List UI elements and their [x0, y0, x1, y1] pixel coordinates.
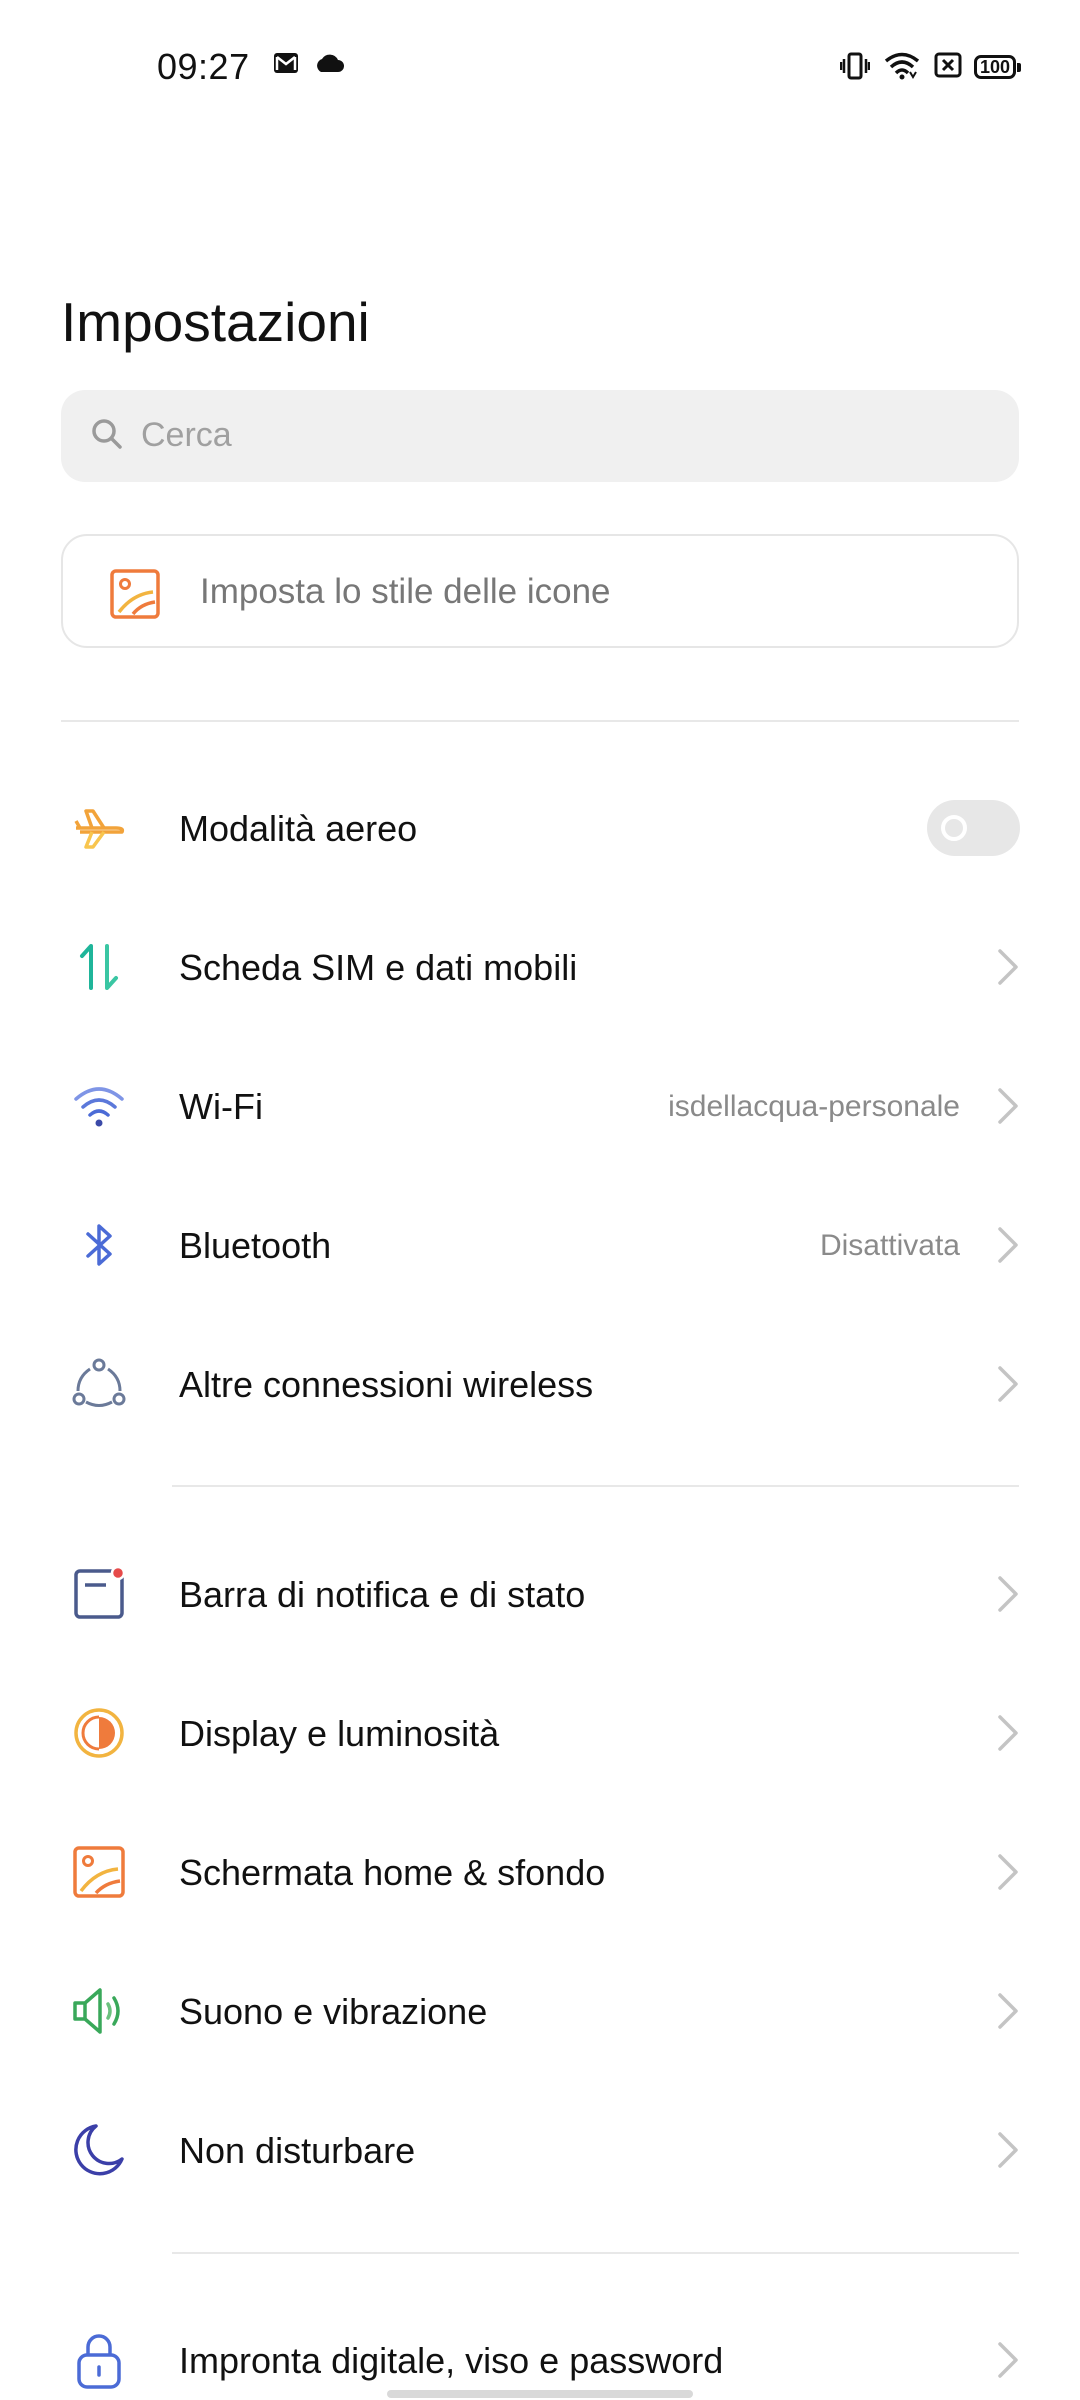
- row-label: Impronta digitale, viso e password: [179, 2340, 724, 2381]
- notification-bar-icon: [70, 1565, 128, 1623]
- status-time: 09:27: [157, 46, 250, 87]
- bluetooth-icon: [70, 1216, 128, 1274]
- chevron-right-icon: [996, 1086, 1020, 1131]
- airplane-mode-toggle[interactable]: [927, 800, 1020, 856]
- row-label: Scheda SIM e dati mobili: [179, 947, 578, 988]
- settings-row-other-wireless[interactable]: Altre connessioni wireless: [0, 1314, 1080, 1453]
- chevron-right-icon: [996, 1991, 1020, 2036]
- row-label: Barra di notifica e di stato: [179, 1574, 586, 1615]
- icon-style-label: Imposta lo stile delle icone: [200, 572, 611, 611]
- page-title: Impostazioni: [61, 291, 370, 353]
- airplane-icon: [70, 799, 128, 857]
- row-label: Bluetooth: [179, 1225, 332, 1266]
- search-placeholder: Cerca: [141, 416, 232, 454]
- settings-row-display[interactable]: Display e luminosità: [0, 1663, 1080, 1802]
- chevron-right-icon: [996, 1364, 1020, 1409]
- vibrate-icon: [839, 52, 871, 85]
- bluetooth-status: Disattivata: [819, 1229, 960, 1262]
- row-label: Altre connessioni wireless: [179, 1364, 594, 1405]
- settings-row-bluetooth[interactable]: Bluetooth Disattivata: [0, 1175, 1080, 1314]
- chevron-right-icon: [996, 1713, 1020, 1758]
- settings-row-security[interactable]: Impronta digitale, viso e password: [0, 2290, 1080, 2400]
- row-label: Display e luminosità: [179, 1713, 500, 1754]
- settings-screen: 09:27 100 Impostazioni Cerca Imposta lo …: [0, 0, 1080, 2400]
- brightness-icon: [70, 1704, 128, 1762]
- wifi-icon: [884, 52, 920, 85]
- settings-row-sound[interactable]: Suono e vibrazione: [0, 1941, 1080, 2080]
- settings-row-sim-data[interactable]: Scheda SIM e dati mobili: [0, 897, 1080, 1036]
- row-label: Schermata home & sfondo: [179, 1852, 606, 1893]
- wallpaper-icon: [70, 1843, 128, 1901]
- status-bar: 09:27 100: [0, 0, 1080, 136]
- connections-icon: [70, 1355, 128, 1413]
- chevron-right-icon: [996, 947, 1020, 992]
- chevron-right-icon: [996, 1225, 1020, 1270]
- divider: [172, 2252, 1019, 2254]
- row-label: Modalità aereo: [179, 808, 418, 849]
- speaker-icon: [70, 1982, 128, 2040]
- search-icon: [89, 416, 125, 457]
- settings-row-notification-bar[interactable]: Barra di notifica e di stato: [0, 1524, 1080, 1663]
- row-label: Wi-Fi: [179, 1086, 263, 1127]
- search-input[interactable]: Cerca: [61, 390, 1019, 482]
- settings-row-wifi[interactable]: Wi-Fi isdellacqua-personale: [0, 1036, 1080, 1175]
- settings-row-home-wallpaper[interactable]: Schermata home & sfondo: [0, 1802, 1080, 1941]
- toggle-knob: [941, 815, 967, 841]
- chevron-right-icon: [996, 1574, 1020, 1619]
- lock-icon: [70, 2331, 128, 2389]
- settings-row-do-not-disturb[interactable]: Non disturbare: [0, 2080, 1080, 2219]
- gmail-icon: [273, 52, 299, 79]
- home-indicator[interactable]: [387, 2390, 693, 2398]
- wallpaper-icon: [109, 568, 161, 625]
- icon-style-card[interactable]: Imposta lo stile delle icone: [61, 534, 1019, 648]
- chevron-right-icon: [996, 1852, 1020, 1897]
- data-transfer-icon: [70, 938, 128, 996]
- chevron-right-icon: [996, 2340, 1020, 2385]
- moon-icon: [70, 2121, 128, 2179]
- wifi-icon: [70, 1077, 128, 1135]
- chevron-right-icon: [996, 2130, 1020, 2175]
- cloud-icon: [313, 52, 345, 79]
- no-sim-icon: [934, 52, 962, 83]
- settings-row-airplane-mode[interactable]: Modalità aereo: [0, 758, 1080, 897]
- row-label: Non disturbare: [179, 2130, 416, 2171]
- battery-icon: 100: [974, 55, 1021, 79]
- divider: [61, 720, 1019, 722]
- divider: [172, 1485, 1019, 1487]
- row-label: Suono e vibrazione: [179, 1991, 488, 2032]
- wifi-network-name: isdellacqua-personale: [668, 1090, 960, 1123]
